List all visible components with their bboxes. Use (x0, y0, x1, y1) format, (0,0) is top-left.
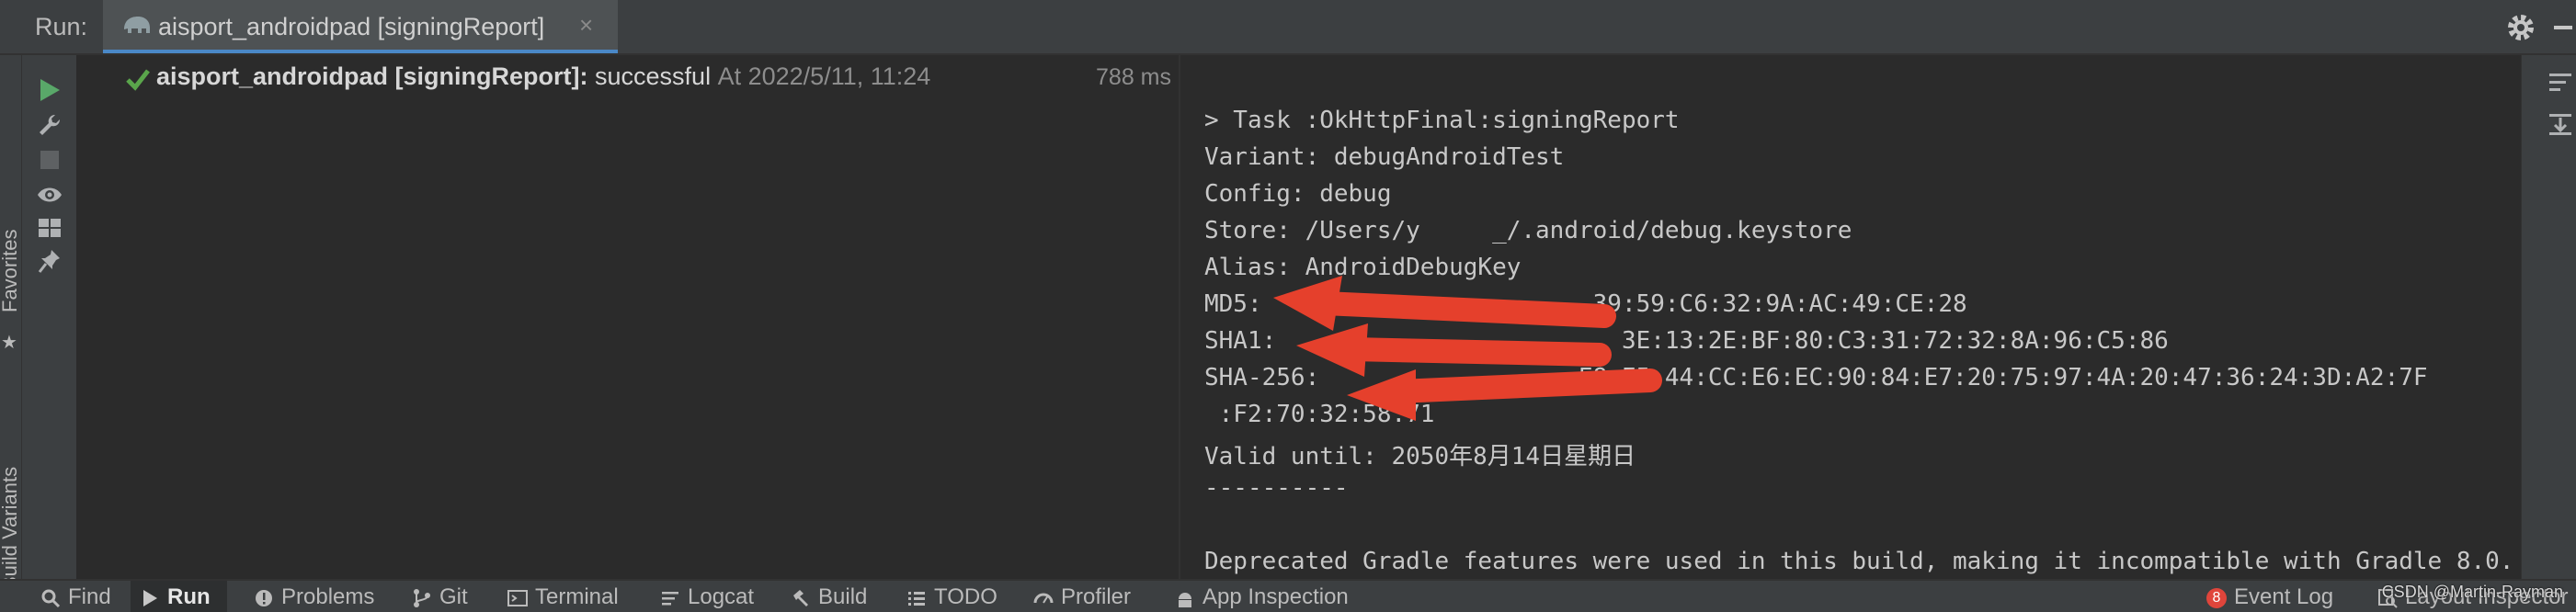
pin-button[interactable] (33, 244, 66, 278)
event-log-badge: 8 (2206, 588, 2227, 608)
logcat-icon (662, 592, 678, 606)
hammer-icon (793, 590, 808, 606)
view-button[interactable] (33, 178, 66, 211)
console-line: Alias: AndroidDebugKey (1204, 254, 1522, 281)
build-tree-pane: aisport_androidpad [signingReport]: succ… (77, 55, 1180, 579)
run-toolbar: Run: aisport_androidpad [signingReport] … (0, 0, 2576, 55)
android-inspection-icon (1179, 593, 1191, 607)
tab-problems[interactable]: Problems (254, 584, 374, 612)
tree-row-signing-report[interactable]: aisport_androidpad [signingReport]: succ… (77, 59, 1180, 96)
gear-icon[interactable] (2502, 9, 2539, 46)
tab-terminal-label: Terminal (535, 584, 619, 609)
profiler-gauge-icon (1033, 593, 1054, 604)
run-tool-strip (22, 55, 77, 579)
tab-run-label: Run (167, 584, 211, 609)
console-line: Config: debug (1204, 180, 1392, 208)
console-line: SHA1: 3E:13:2E:BF:80:C3:31:72:32:8A:96:C… (1204, 327, 2169, 355)
console-line: ---------- (1204, 55, 1349, 61)
tab-signing-report[interactable]: aisport_androidpad [signingReport] × (103, 0, 618, 53)
console-line: MD5: 39:59:C6:32:9A:AC:49:CE:28 (1204, 290, 1967, 318)
star-icon: ★ (1, 333, 17, 353)
task-duration: 788 ms (1096, 64, 1171, 90)
tab-todo[interactable]: TODO (906, 584, 997, 612)
favorites-tab[interactable]: Favorites (0, 230, 22, 312)
tab-app-inspection-label: App Inspection (1203, 584, 1349, 609)
tab-run[interactable]: Run (131, 581, 227, 612)
tab-profiler-label: Profiler (1061, 584, 1132, 609)
stop-icon (40, 151, 59, 169)
tree-row-label: aisport_androidpad [signingReport]: succ… (156, 62, 930, 91)
run-label: Run: (35, 13, 88, 40)
wrench-icon (40, 114, 61, 135)
tab-build-label: Build (818, 584, 868, 609)
bottom-tool-bar: Find Run Problems Git Terminal Logcat Bu… (0, 579, 2576, 612)
console-line: Variant: debugAndroidTest (1204, 143, 1565, 171)
soft-wrap-icon[interactable] (2544, 66, 2576, 99)
console-line: :F2:70:32:58:71 (1204, 401, 1435, 428)
eye-icon (38, 187, 62, 202)
stop-button[interactable] (33, 143, 66, 176)
build-variants-tab[interactable]: Build Variants (0, 467, 22, 590)
play-icon (143, 590, 157, 606)
tab-logcat-label: Logcat (688, 584, 755, 609)
console-output[interactable]: ---------- > Task :OkHttpFinal:signingRe… (1182, 55, 2521, 579)
console-line: ---------- (1204, 474, 1349, 502)
console-line: > Task :OkHttpFinal:signingReport (1204, 107, 1680, 134)
settings-wrench-button[interactable] (33, 108, 66, 142)
left-tool-stripe: ★ Favorites Build Variants (0, 55, 22, 590)
task-timestamp: At 2022/5/11, 11:24 (717, 62, 931, 90)
scroll-to-end-icon[interactable] (2544, 107, 2576, 140)
right-tool-stripe (2521, 55, 2576, 579)
close-icon[interactable]: × (579, 11, 593, 40)
tab-todo-label: TODO (934, 584, 997, 609)
gradle-elephant-icon (124, 17, 150, 33)
tab-problems-label: Problems (281, 584, 375, 609)
task-status: successful (595, 62, 712, 90)
console-line: Deprecated Gradle features were used in … (1204, 548, 2514, 575)
watermark: CSDN @Martin-Rayman (2381, 583, 2563, 601)
tab-event-log-label: Event Log (2234, 584, 2334, 609)
minimize-icon[interactable] (2554, 26, 2572, 29)
layout-button[interactable] (33, 211, 66, 244)
pin-icon (38, 250, 60, 273)
tab-find-label: Find (68, 584, 111, 609)
checkmark-icon (126, 69, 150, 91)
rerun-button[interactable] (33, 74, 66, 107)
tab-title: aisport_androidpad [signingReport] (158, 13, 545, 40)
problems-icon (256, 590, 272, 606)
search-icon (41, 589, 61, 608)
tab-git-label: Git (439, 584, 468, 609)
tab-git[interactable]: Git (412, 584, 468, 612)
tab-logcat[interactable]: Logcat (660, 584, 754, 612)
git-branch-icon (414, 589, 430, 607)
console-line: Valid until: 2050年8月14日星期日 (1204, 443, 1636, 470)
tab-find[interactable]: Find (40, 584, 111, 612)
tab-app-inspection[interactable]: App Inspection (1175, 584, 1349, 612)
tab-build[interactable]: Build (791, 584, 867, 612)
task-title: aisport_androidpad [signingReport]: (156, 62, 588, 90)
console-line: Store: /Users/y _/.android/debug.keystor… (1204, 217, 1852, 244)
layout-icon (39, 219, 61, 237)
play-icon (40, 79, 60, 101)
todo-list-icon (908, 592, 925, 606)
tab-profiler[interactable]: Profiler (1033, 584, 1131, 612)
tab-event-log[interactable]: 8 Event Log (2206, 584, 2333, 612)
terminal-icon (507, 590, 528, 606)
console-line: SHA-256: E8:E5:44:CC:E6:EC:90:84:E7:20:7… (1204, 364, 2428, 391)
tab-terminal[interactable]: Terminal (507, 584, 619, 612)
